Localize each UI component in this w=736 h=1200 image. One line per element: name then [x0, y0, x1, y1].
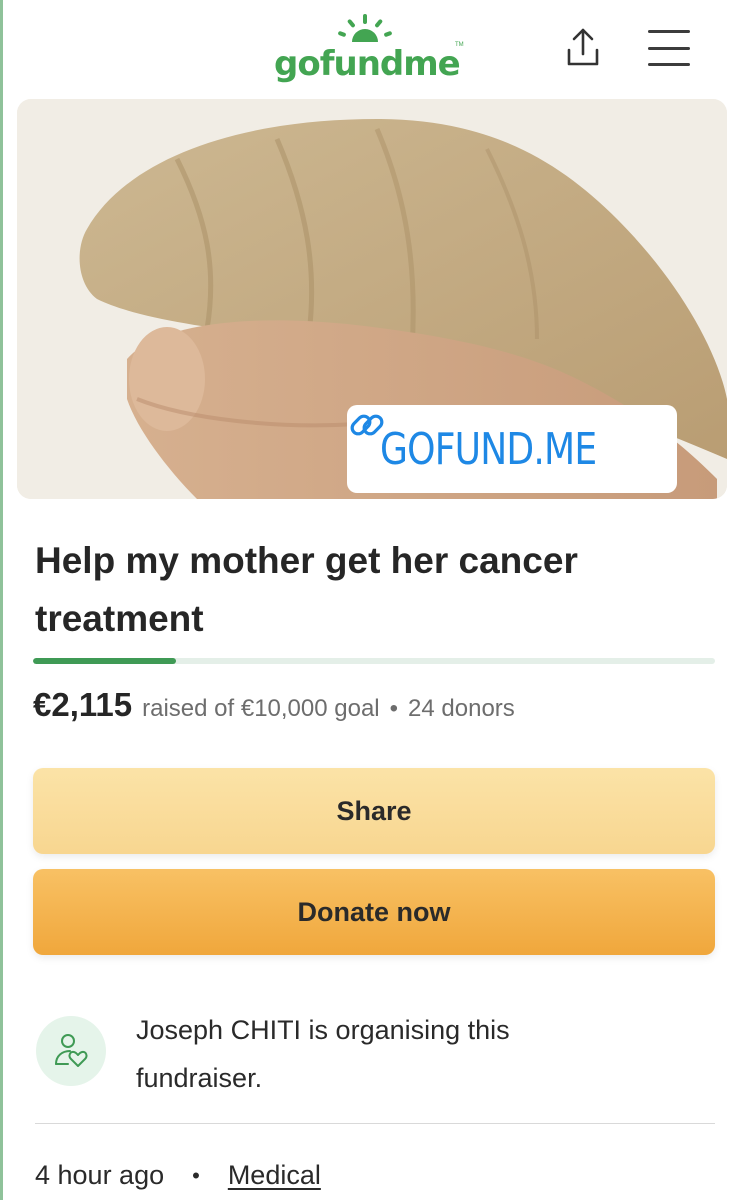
organiser-avatar: [36, 1016, 106, 1086]
gofundme-logo[interactable]: gofundme TM: [274, 14, 474, 84]
donate-now-button[interactable]: Donate now: [33, 869, 715, 955]
campaign-hero-image[interactable]: GOFUND.ME: [17, 99, 727, 499]
organiser-text: Joseph CHITI is organising this fundrais…: [136, 1015, 510, 1093]
campaign-title: Help my mother get her cancer treatment: [35, 540, 578, 639]
menu-line: [648, 46, 690, 50]
logo-text: gofundme: [274, 44, 461, 84]
campaign-meta: 4 hour ago • Medical: [35, 1160, 321, 1191]
campaign-stats: €2,115 raised of €10,000 goal • 24 donor…: [33, 686, 515, 724]
menu-line: [648, 63, 690, 66]
hamburger-menu-button[interactable]: [648, 30, 690, 66]
category-link[interactable]: Medical: [228, 1160, 321, 1191]
left-edge-accent: [0, 0, 3, 1200]
donor-count[interactable]: 24 donors: [408, 695, 515, 723]
share-upload-button[interactable]: [560, 24, 606, 70]
share-button[interactable]: Share: [33, 768, 715, 854]
progress-fill: [33, 658, 177, 664]
user-heart-icon: [55, 1034, 88, 1067]
stats-separator: •: [389, 695, 399, 722]
link-label: GOFUND.ME: [380, 423, 597, 475]
menu-line: [648, 30, 690, 33]
share-upload-icon: [567, 28, 599, 66]
gofund-me-link-sticker[interactable]: GOFUND.ME: [347, 405, 677, 493]
header: gofundme TM: [0, 0, 736, 98]
meta-separator: •: [192, 1162, 200, 1188]
logo-sun-icon: [338, 14, 392, 42]
amount-raised: €2,115: [33, 686, 133, 723]
donation-progress-bar: [33, 658, 715, 664]
section-divider: [35, 1123, 715, 1124]
created-time: 4 hour ago: [35, 1160, 165, 1190]
goal-text: raised of €10,000 goal: [142, 695, 380, 722]
logo-trademark: TM: [455, 42, 464, 48]
